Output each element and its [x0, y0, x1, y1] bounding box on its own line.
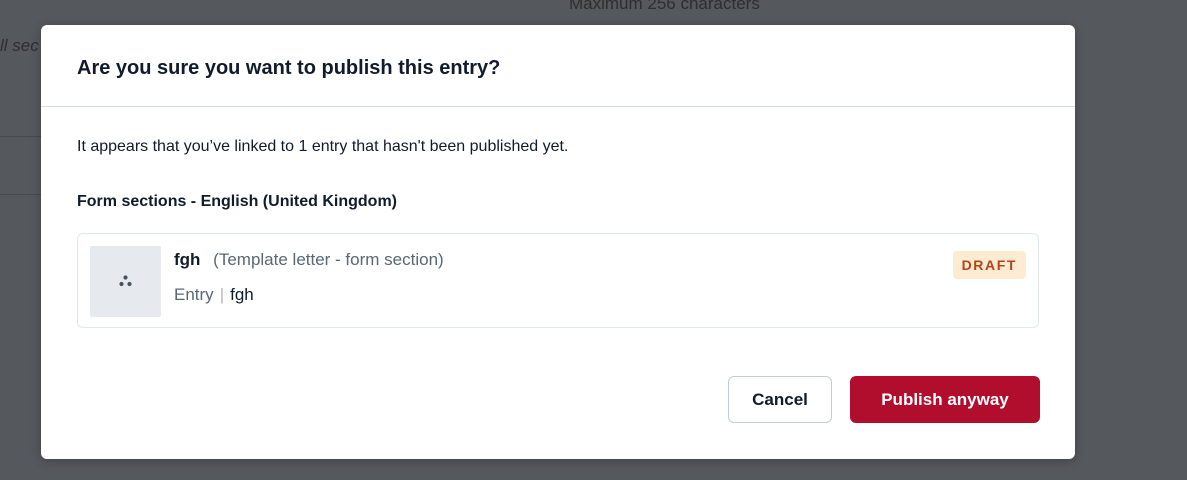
dialog-title: Are you sure you want to publish this en… — [77, 57, 501, 79]
background-divider — [0, 194, 41, 195]
entry-kind: Entry — [174, 285, 214, 304]
entry-title: fgh — [174, 250, 201, 269]
entry-title-row: fgh (Template letter - form section) — [174, 250, 444, 270]
linked-entries-section-heading: Form sections - English (United Kingdom) — [77, 193, 397, 210]
entry-meta-separator: | — [219, 285, 225, 304]
entry-content-type: (Template letter - form section) — [213, 250, 444, 269]
publish-confirmation-dialog: Are you sure you want to publish this en… — [41, 25, 1075, 459]
entry-status-badge: DRAFT — [952, 251, 1026, 279]
dialog-message: It appears that you’ve linked to 1 entry… — [77, 138, 569, 155]
entry-name: fgh — [230, 285, 254, 304]
entry-placeholder-icon — [119, 275, 132, 287]
background-section-text: ll sec — [0, 36, 39, 55]
entry-meta: Entry | fgh — [174, 285, 254, 305]
background-hint-text: Maximum 256 characters — [569, 0, 760, 13]
entry-thumbnail — [90, 246, 161, 317]
linked-entry-card[interactable]: fgh (Template letter - form section) Ent… — [77, 233, 1039, 328]
publish-anyway-button[interactable]: Publish anyway — [850, 376, 1040, 423]
cancel-button[interactable]: Cancel — [728, 376, 832, 423]
dialog-header: Are you sure you want to publish this en… — [41, 25, 1075, 107]
background-divider — [0, 136, 41, 137]
